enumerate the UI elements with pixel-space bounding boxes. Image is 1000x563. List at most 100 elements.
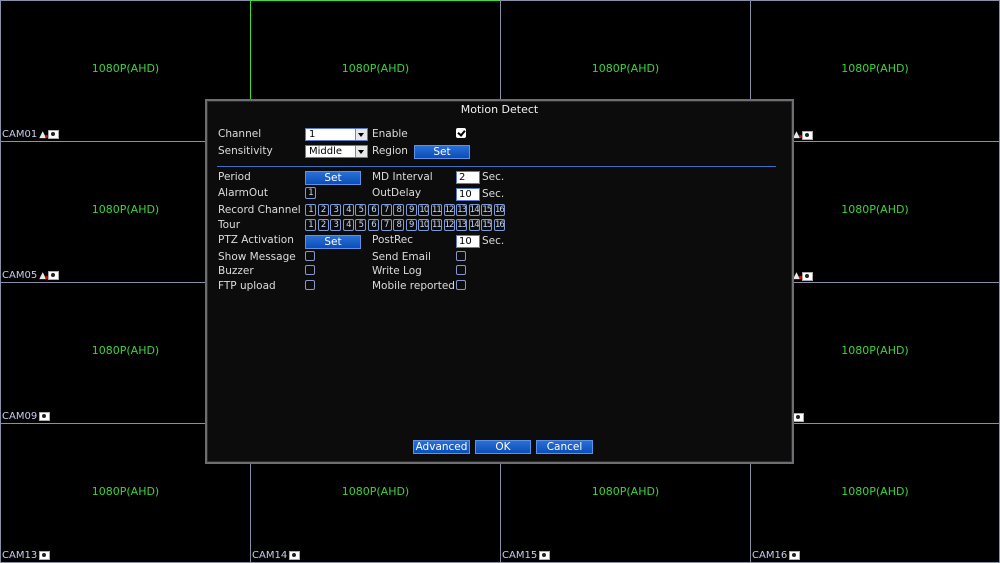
record-icon [39,551,51,560]
resolution-label: 1080P(AHD) [841,62,909,75]
record-channel-10[interactable]: 10 [418,204,430,216]
post-rec-input[interactable]: 10 [456,235,480,248]
camera-label: CAM16 [752,550,801,561]
motion-detect-dialog: Motion Detect Channel 1 Enable Sensitivi… [205,99,794,464]
record-icon [793,413,804,422]
ftp-upload-checkbox[interactable] [305,280,315,290]
record-icon [39,412,51,421]
tour-channel-12[interactable]: 12 [443,219,455,231]
out-delay-unit: Sec. [482,188,505,200]
motion-alert-icon: ▲ [39,129,49,140]
show-message-checkbox[interactable] [305,251,315,261]
camera-label: CAM01 ▲ [2,129,60,140]
period-set-button[interactable]: Set [305,171,361,185]
alarm-out-1[interactable]: 1 [305,187,316,199]
send-email-checkbox[interactable] [456,251,466,261]
advanced-button[interactable]: Advanced [413,440,470,454]
record-channel-12[interactable]: 12 [443,204,455,216]
tour-channel-14[interactable]: 14 [468,219,480,231]
show-message-label: Show Message [218,251,296,263]
record-channel-14[interactable]: 14 [468,204,480,216]
tour-channel-15[interactable]: 15 [481,219,493,231]
camera-icons: ▲ [793,271,813,281]
camera-label: CAM05 ▲ [2,270,60,281]
record-channel-9[interactable]: 9 [405,204,417,216]
md-interval-input[interactable]: 2 [456,171,480,184]
out-delay-label: OutDelay [372,187,422,199]
record-channel-15[interactable]: 15 [481,204,493,216]
tour-channel-11[interactable]: 11 [430,219,442,231]
ftp-upload-label: FTP upload [218,280,276,292]
tour-channel-13[interactable]: 13 [456,219,468,231]
period-label: Period [218,171,251,183]
record-channel-5[interactable]: 5 [355,204,367,216]
record-icon [48,271,60,280]
record-channel-2[interactable]: 2 [317,204,329,216]
record-channel-3[interactable]: 3 [330,204,342,216]
dialog-title: Motion Detect [460,103,539,116]
tour-channel-2[interactable]: 2 [317,219,329,231]
tour-channel-5[interactable]: 5 [355,219,367,231]
record-channel-16[interactable]: 16 [493,204,505,216]
camera-label: CAM13 [2,550,51,561]
chevron-down-icon [355,129,367,140]
md-interval-unit: Sec. [482,171,505,183]
channel-label: Channel [218,128,262,140]
resolution-label: 1080P(AHD) [341,62,410,75]
record-channel-7[interactable]: 7 [380,204,392,216]
camera-label: CAM15 [502,550,551,561]
tour-channel-10[interactable]: 10 [418,219,430,231]
resolution-label: 1080P(AHD) [841,485,909,498]
channel-select[interactable]: 1 [305,128,368,141]
camera-label: CAM14 [252,550,301,561]
tour-channel-9[interactable]: 9 [405,219,417,231]
record-channel-11[interactable]: 11 [430,204,442,216]
motion-alert-icon: ▲ [793,271,802,281]
ptz-set-button[interactable]: Set [305,235,361,249]
record-channel-4[interactable]: 4 [342,204,354,216]
tour-channel-16[interactable]: 16 [493,219,505,231]
buzzer-checkbox[interactable] [305,265,315,275]
record-icon [801,130,813,140]
sensitivity-label: Sensitivity [218,145,273,157]
record-icon [789,551,801,560]
cancel-button[interactable]: Cancel [536,440,593,454]
record-icon [539,551,551,560]
motion-alert-icon: ▲ [793,130,802,140]
record-icon [289,551,301,560]
tour-channel-4[interactable]: 4 [342,219,354,231]
alarm-out-channels: 1 [305,187,318,199]
mobile-reported-label: Mobile reported [372,280,455,292]
md-interval-label: MD Interval [372,171,433,183]
region-set-button[interactable]: Set [414,145,470,159]
record-channel-6[interactable]: 6 [367,204,379,216]
tour-channel-list: 1 2 3 4 5 6 7 8 9 10 11 12 13 14 15 16 [305,219,507,231]
chevron-down-icon [355,146,367,157]
out-delay-input[interactable]: 10 [456,188,480,201]
ptz-activation-label: PTZ Activation [218,234,294,246]
post-rec-label: PostRec [372,234,414,246]
resolution-label: 1080P(AHD) [591,62,660,75]
region-label: Region [372,145,408,157]
mobile-reported-checkbox[interactable] [456,280,466,290]
tour-channel-8[interactable]: 8 [393,219,405,231]
record-channel-8[interactable]: 8 [393,204,405,216]
tour-channel-1[interactable]: 1 [305,219,316,231]
post-rec-unit: Sec. [482,235,505,247]
sensitivity-select[interactable]: Middle [305,145,368,158]
tour-channel-3[interactable]: 3 [330,219,342,231]
tour-channel-7[interactable]: 7 [380,219,392,231]
record-channel-1[interactable]: 1 [305,204,316,216]
record-channel-list: 1 2 3 4 5 6 7 8 9 10 11 12 13 14 15 16 [305,204,507,216]
write-log-checkbox[interactable] [456,265,466,275]
enable-checkbox[interactable] [456,128,466,138]
record-icon [801,271,813,281]
resolution-label: 1080P(AHD) [341,485,410,498]
resolution-label: 1080P(AHD) [91,485,160,498]
resolution-label: 1080P(AHD) [91,62,160,75]
send-email-label: Send Email [372,251,431,263]
record-channel-13[interactable]: 13 [456,204,468,216]
tour-channel-6[interactable]: 6 [367,219,379,231]
resolution-label: 1080P(AHD) [591,485,660,498]
ok-button[interactable]: OK [475,440,531,454]
